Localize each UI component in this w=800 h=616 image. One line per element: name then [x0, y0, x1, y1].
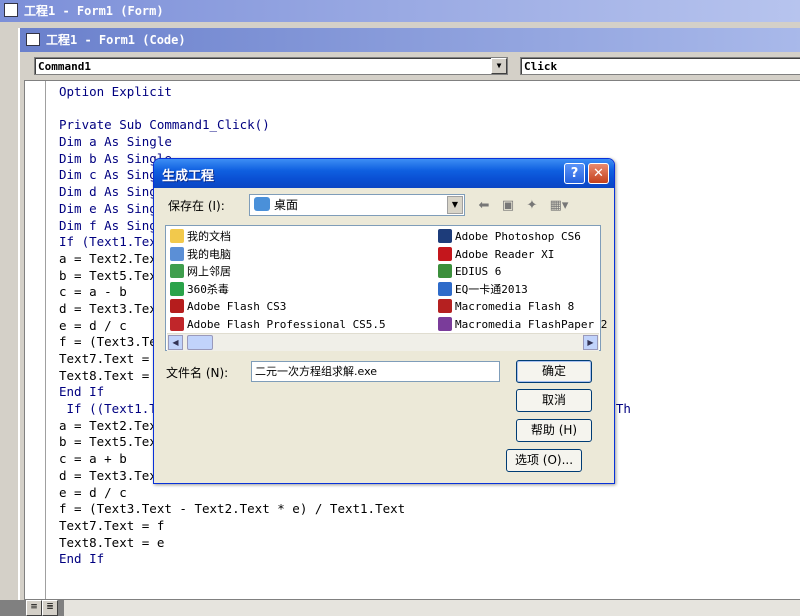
edius-icon	[438, 264, 452, 279]
file-item-label: EQ一卡通2013	[455, 282, 528, 296]
file-item[interactable]: 我的文档	[170, 228, 231, 245]
file-item-label: Adobe Flash CS3	[187, 300, 287, 314]
file-item-label: Adobe Reader XI	[455, 247, 555, 261]
file-list[interactable]: 我的文档我的电脑网上邻居 360杀毒 Adobe Flash CS3 Adobe Fl…	[165, 225, 607, 351]
object-combo-value: Command1	[38, 60, 91, 73]
file-item[interactable]: EDIUS 6	[438, 263, 501, 280]
scroll-right-icon[interactable]: ▶	[583, 335, 598, 350]
my-computer-icon	[170, 246, 184, 261]
file-list-scrollbar[interactable]: ◀ ▶	[167, 333, 599, 351]
code-horizontal-scrollbar[interactable]	[64, 600, 800, 616]
help-button[interactable]: 帮助 (H)	[516, 419, 592, 442]
options-button[interactable]: 选项 (O)...	[506, 449, 582, 472]
help-icon[interactable]: ?	[564, 163, 585, 184]
close-icon[interactable]: ✕	[588, 163, 609, 184]
filename-label: 文件名 (N):	[166, 366, 229, 380]
cancel-button[interactable]: 取消	[516, 389, 592, 412]
code-line: Text8.Text = e	[59, 534, 165, 550]
desktop-folder-icon	[254, 197, 270, 211]
photoshop-icon	[438, 229, 452, 243]
file-item-label: Macromedia FlashPaper 2	[455, 318, 608, 331]
ok-button[interactable]: 确定	[516, 360, 592, 383]
code-window-icon	[26, 33, 40, 46]
procedure-combo[interactable]: Click	[520, 57, 800, 75]
code-line: Dim a As Single	[59, 134, 172, 150]
file-item[interactable]: Adobe Flash CS3	[170, 298, 286, 315]
back-arrow-icon[interactable]: ⬅	[474, 197, 494, 215]
code-line: Text7.Text = f	[59, 517, 165, 533]
code-bottom-bar: ≡ ≣	[24, 600, 800, 616]
scroll-thumb[interactable]	[187, 335, 213, 350]
filename-input[interactable]: 二元一次方程组求解.exe	[251, 361, 500, 382]
eq-card-icon	[438, 281, 452, 296]
view-menu-icon[interactable]: ▦▾	[546, 197, 572, 215]
file-item[interactable]: Macromedia Flash 8	[438, 298, 574, 315]
procedure-combo-value: Click	[524, 60, 558, 73]
macromedia-flash-icon	[438, 299, 452, 314]
code-line: Private Sub Command1_Click()	[59, 117, 270, 133]
full-module-view-button[interactable]: ≣	[42, 600, 58, 616]
form-window-title: 工程1 - Form1 (Form)	[24, 4, 164, 18]
network-places-icon	[170, 264, 184, 279]
object-combo[interactable]: Command1 ▼	[34, 57, 508, 75]
form-window-icon	[4, 3, 18, 17]
save-in-dropdown-icon[interactable]: ▼	[447, 196, 463, 214]
file-item[interactable]: Adobe Flash Professional CS5.5	[170, 316, 386, 333]
file-item[interactable]: 网上邻居	[170, 263, 231, 280]
make-project-dialog: 生成工程 ? ✕ 保存在 (I): 桌面 ▼ ⬅ ▣ ✦ ▦▾ 我的文档我的电脑…	[153, 158, 615, 484]
flash-cs3-icon	[170, 299, 184, 314]
file-item-label: 我的文档	[187, 230, 231, 243]
code-titlebar[interactable]: 工程1 - Form1 (Code)	[20, 28, 800, 52]
file-item-label: 360杀毒	[187, 282, 229, 296]
object-combo-dropdown-icon[interactable]: ▼	[491, 58, 507, 74]
file-item-label: 网上邻居	[187, 265, 231, 279]
save-in-value: 桌面	[274, 198, 299, 212]
dialog-title: 生成工程	[162, 169, 215, 184]
code-window-title: 工程1 - Form1 (Code)	[46, 33, 186, 47]
flashpaper-icon	[438, 317, 452, 331]
save-in-combo[interactable]: 桌面 ▼	[249, 194, 465, 216]
flash-pro-icon	[170, 317, 184, 331]
save-in-label: 保存在 (I):	[168, 199, 225, 213]
file-item[interactable]: Macromedia FlashPaper 2	[438, 316, 607, 333]
baidu-watermark-url: jingyan.baidu.com	[630, 558, 732, 571]
file-item-label: EDIUS 6	[455, 265, 502, 279]
code-line: Option Explicit	[59, 84, 172, 99]
code-margin	[25, 81, 46, 599]
adobe-reader-icon	[438, 246, 452, 261]
file-item[interactable]: Adobe Photoshop CS6	[438, 228, 581, 245]
procedure-view-button[interactable]: ≡	[26, 600, 42, 616]
file-item[interactable]: Adobe Reader XI	[438, 246, 554, 263]
file-item[interactable]: EQ一卡通2013	[438, 281, 528, 298]
file-item-label: Adobe Photoshop CS6	[455, 230, 581, 243]
new-folder-icon[interactable]: ✦	[522, 197, 542, 215]
file-item-label: 我的电脑	[187, 247, 231, 261]
file-item[interactable]: 我的电脑	[170, 246, 231, 263]
up-folder-icon[interactable]: ▣	[498, 197, 518, 215]
file-item-label: Macromedia Flash 8	[455, 300, 575, 314]
file-item[interactable]: 360杀毒	[170, 281, 229, 298]
code-line: End If	[59, 551, 105, 567]
360-antivirus-icon	[170, 281, 184, 296]
form-titlebar[interactable]: 工程1 - Form1 (Form)	[0, 0, 800, 22]
baidu-watermark: Baidu经验	[615, 525, 761, 558]
code-line: e = d / c	[59, 484, 127, 500]
code-line: f = (Text3.Text - Text2.Text * e) / Text…	[59, 501, 406, 517]
file-item-label: Adobe Flash Professional CS5.5	[187, 318, 386, 331]
dialog-titlebar[interactable]: 生成工程 ? ✕	[154, 159, 614, 188]
scroll-left-icon[interactable]: ◀	[168, 335, 183, 350]
my-documents-icon	[170, 229, 184, 243]
